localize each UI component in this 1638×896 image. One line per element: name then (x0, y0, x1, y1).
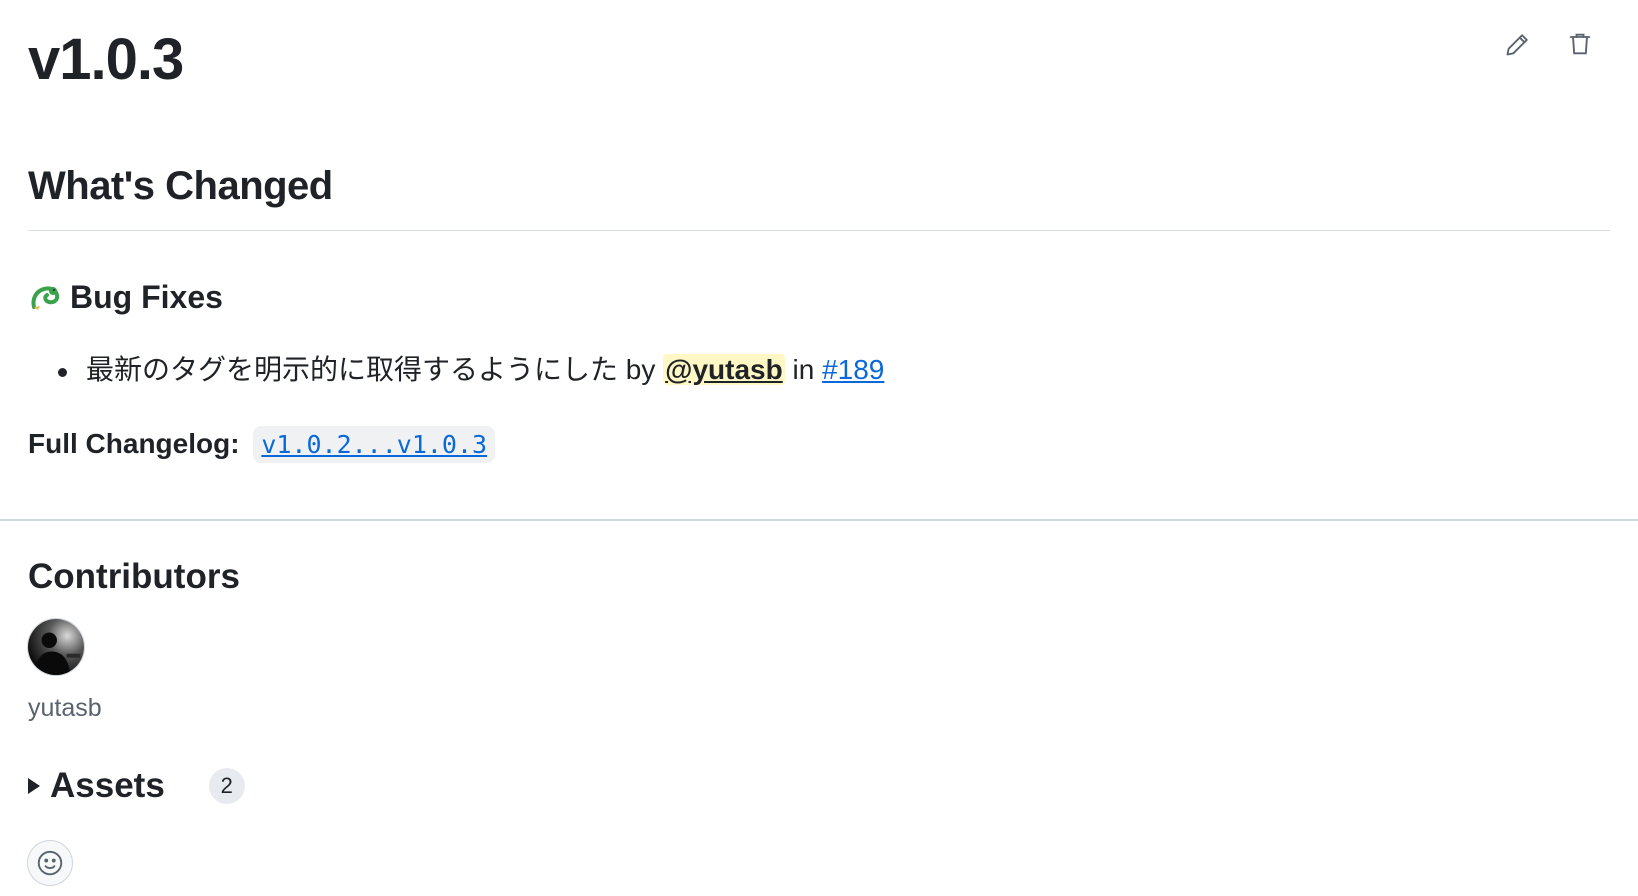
in-label: in (792, 354, 815, 385)
delete-release-button[interactable] (1560, 24, 1600, 64)
change-text: 最新のタグを明示的に取得するようにした (86, 354, 619, 385)
trash-icon (1569, 33, 1591, 55)
add-reaction-button[interactable] (27, 840, 73, 886)
contributors-heading: Contributors (28, 557, 240, 596)
full-changelog: Full Changelog: v1.0.2...v1.0.3 (28, 422, 496, 467)
whats-changed-heading: What's Changed (28, 164, 333, 208)
bug-fixes-heading: Bug Fixes (28, 274, 223, 320)
pencil-icon (1506, 34, 1528, 56)
assets-toggle[interactable]: Assets 2 (28, 762, 245, 810)
section-divider (0, 519, 1638, 521)
edit-release-button[interactable] (1498, 24, 1538, 64)
heading-divider (28, 230, 1610, 231)
release-title: v1.0.3 (28, 27, 184, 92)
change-list: 最新のタグを明示的に取得するようにした by @yutasb in #189 (58, 348, 884, 392)
caret-right-icon (28, 778, 40, 794)
pull-request-link[interactable]: #189 (822, 354, 884, 385)
assets-count-badge: 2 (208, 768, 245, 804)
compare-link[interactable]: v1.0.2...v1.0.3 (253, 426, 496, 463)
author-mention-link[interactable]: @yutasb (663, 354, 785, 385)
dragon-emoji-icon (28, 279, 64, 315)
avatar[interactable] (27, 618, 85, 676)
release-page: v1.0.3 What's Changed Bug Fixes 最新のタグを明示… (0, 0, 1638, 896)
contributor-name[interactable]: yutasb (28, 690, 102, 726)
by-label: by (625, 354, 656, 385)
assets-heading: Assets (50, 766, 165, 805)
list-item: 最新のタグを明示的に取得するようにした by @yutasb in #189 (58, 348, 884, 392)
changelog-label: Full Changelog: (28, 428, 240, 459)
release-actions (1476, 24, 1638, 64)
smiley-icon (37, 850, 63, 876)
bug-fixes-label: Bug Fixes (70, 279, 223, 315)
